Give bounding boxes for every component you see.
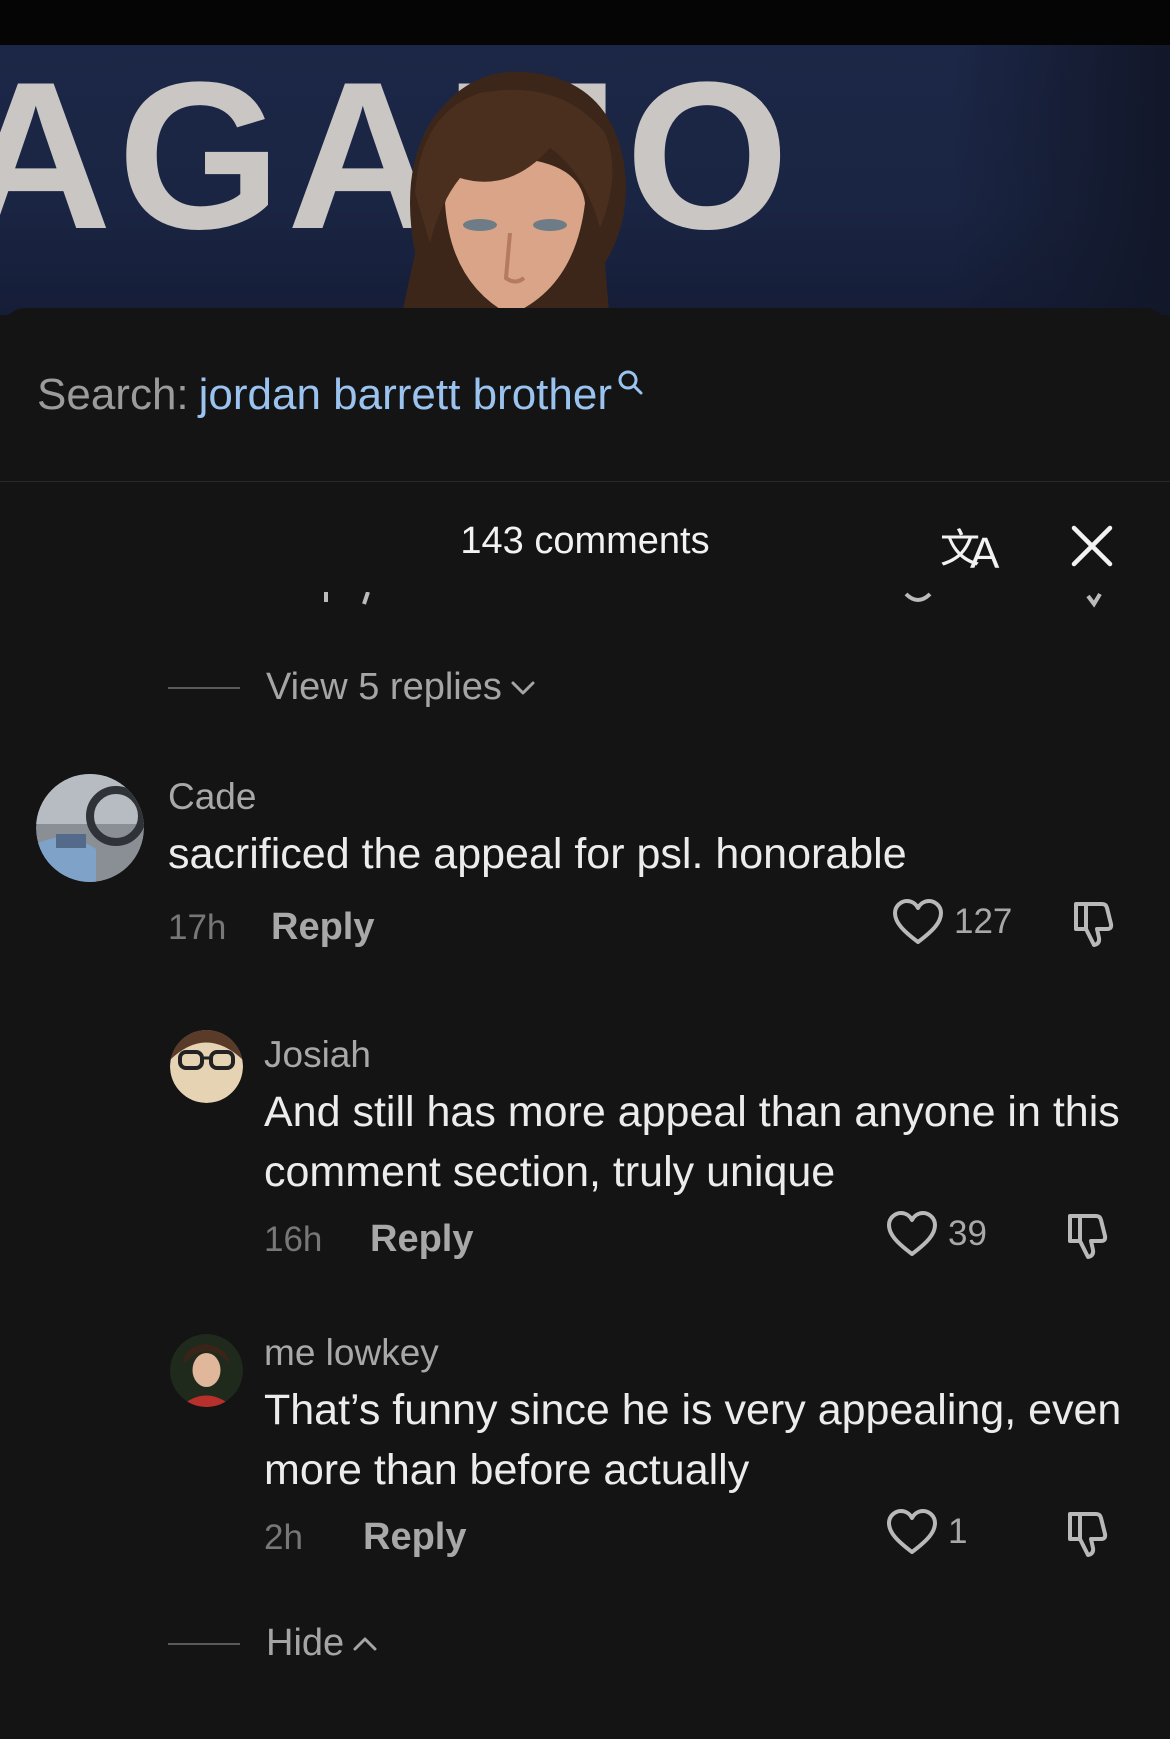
like-count: 1 xyxy=(948,1512,968,1551)
reply-button[interactable]: Reply xyxy=(370,1218,473,1261)
reply-item: me lowkey That’s funny since he is very … xyxy=(0,1332,1170,1558)
avatar[interactable] xyxy=(170,1030,243,1103)
hide-replies-button[interactable]: Hide xyxy=(168,1622,378,1665)
comment-text: sacrificed the appeal for psl. honorable xyxy=(168,830,907,878)
reply-button[interactable]: Reply xyxy=(271,906,374,949)
view-replies-label: View 5 replies xyxy=(266,666,502,708)
dislike-icon[interactable] xyxy=(1064,1210,1116,1262)
like-count: 127 xyxy=(954,902,1013,941)
close-icon[interactable] xyxy=(1068,522,1116,570)
search-suggestion[interactable]: Search: jordan barrett brother xyxy=(37,370,644,420)
status-bar xyxy=(0,0,1170,45)
avatar[interactable] xyxy=(36,774,144,882)
comment-text: And still has more appeal than anyone in… xyxy=(264,1088,1120,1196)
hide-replies-label: Hide xyxy=(266,1622,345,1664)
heart-icon xyxy=(887,1509,937,1554)
view-replies-button[interactable]: View 5 replies xyxy=(168,666,536,709)
svg-text:A: A xyxy=(970,529,1000,574)
search-query-link[interactable]: jordan barrett brother xyxy=(199,370,612,419)
divider xyxy=(0,481,1170,482)
comment-author[interactable]: Josiah xyxy=(264,1034,371,1076)
search-icon xyxy=(618,370,643,395)
video-person-image xyxy=(401,71,626,315)
comment-author[interactable]: Cade xyxy=(168,776,256,818)
comments-header: 143 comments 文 A xyxy=(0,518,1170,578)
comment-text: That’s funny since he is very appealing,… xyxy=(264,1386,1122,1494)
avatar[interactable] xyxy=(170,1334,243,1407)
like-button[interactable]: 127 xyxy=(892,898,1012,946)
thread-line xyxy=(168,1642,240,1645)
like-button[interactable]: 1 xyxy=(886,1508,967,1556)
dislike-icon[interactable] xyxy=(1070,898,1122,950)
comment-item: Cade sacrificed the appeal for psl. hono… xyxy=(0,774,1170,948)
search-label: Search: xyxy=(37,370,189,419)
scrolled-row-fragment xyxy=(324,592,1102,608)
reply-button[interactable]: Reply xyxy=(363,1516,466,1559)
dislike-icon[interactable] xyxy=(1064,1508,1116,1560)
heart-icon xyxy=(887,1211,937,1256)
thread-line xyxy=(168,686,240,689)
reply-item: Josiah And still has more appeal than an… xyxy=(0,1030,1170,1260)
comment-time: 16h xyxy=(264,1220,323,1259)
like-button[interactable]: 39 xyxy=(886,1210,987,1258)
comment-time: 2h xyxy=(264,1518,303,1557)
video-preview[interactable]: AGAMO xyxy=(0,45,1170,315)
chevron-up-icon xyxy=(353,1637,377,1650)
comments-sheet: Search: jordan barrett brother 143 commen… xyxy=(0,308,1170,1739)
comment-time: 17h xyxy=(168,908,227,947)
heart-icon xyxy=(893,899,943,944)
chevron-down-icon xyxy=(511,681,535,694)
like-count: 39 xyxy=(948,1214,987,1253)
comment-author[interactable]: me lowkey xyxy=(264,1332,439,1374)
translate-icon[interactable]: 文 A xyxy=(940,518,1004,574)
